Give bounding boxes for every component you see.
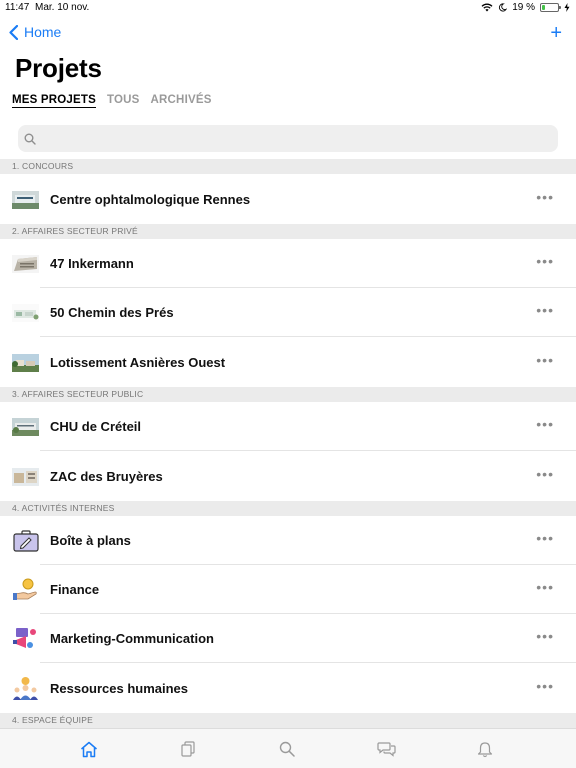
search-bar[interactable]	[18, 125, 558, 152]
more-options-button[interactable]: •••	[536, 254, 554, 268]
blueprint-box-icon	[12, 529, 39, 553]
project-name: 47 Inkermann	[50, 256, 134, 271]
row-separator	[40, 450, 576, 451]
row-separator	[40, 336, 576, 337]
battery-percent: 19 %	[512, 2, 535, 13]
status-indicators: 19 %	[481, 2, 570, 13]
project-name: Boîte à plans	[50, 533, 131, 548]
status-bar: 11:47 Mar. 10 nov. 19 %	[0, 0, 576, 16]
page-title: Projets	[15, 53, 102, 83]
documents-icon[interactable]	[178, 739, 198, 759]
wifi-icon	[481, 3, 493, 12]
add-project-button[interactable]: +	[550, 22, 562, 44]
section-header: 4. ESPACE ÉQUIPE	[0, 713, 576, 728]
more-options-button[interactable]: •••	[536, 417, 554, 431]
chat-icon[interactable]	[376, 739, 396, 759]
project-thumbnail	[12, 301, 39, 325]
project-row[interactable]: CHU de Créteil •••	[0, 402, 576, 451]
navigation-bar: Home +	[0, 22, 576, 48]
section-header: 1. CONCOURS	[0, 159, 576, 174]
project-thumbnail	[12, 415, 39, 439]
project-thumbnail	[12, 465, 39, 489]
coin-hand-icon	[12, 578, 39, 602]
more-options-button[interactable]: •••	[536, 531, 554, 545]
section-header: 3. AFFAIRES SECTEUR PUBLIC	[0, 387, 576, 402]
project-row[interactable]: ZAC des Bruyères •••	[0, 452, 576, 501]
section-header: 4. ACTIVITÉS INTERNES	[0, 501, 576, 516]
project-thumbnail	[12, 188, 39, 212]
team-icon	[12, 676, 39, 701]
home-icon[interactable]	[79, 739, 99, 759]
back-button[interactable]: Home	[9, 24, 61, 40]
project-name: Finance	[50, 582, 100, 597]
more-options-button[interactable]: •••	[536, 629, 554, 643]
project-thumbnail	[12, 252, 39, 276]
moon-icon	[499, 3, 508, 12]
more-options-button[interactable]: •••	[536, 679, 554, 693]
battery-level	[542, 5, 545, 10]
filter-tabs: MES PROJETS TOUS ARCHIVÉS	[12, 94, 212, 108]
project-row[interactable]: Lotissement Asnières Ouest •••	[0, 338, 576, 387]
battery-icon	[540, 3, 561, 12]
project-row[interactable]: Ressources humaines •••	[0, 664, 576, 713]
project-row[interactable]: 47 Inkermann •••	[0, 239, 576, 288]
more-options-button[interactable]: •••	[536, 467, 554, 481]
project-thumbnail	[12, 351, 39, 375]
project-name: ZAC des Bruyères	[50, 469, 163, 484]
tab-mes-projets[interactable]: MES PROJETS	[12, 94, 96, 108]
project-row[interactable]: Marketing-Communication •••	[0, 614, 576, 663]
section-header: 2. AFFAIRES SECTEUR PRIVÉ	[0, 224, 576, 239]
chevron-left-icon	[9, 24, 18, 40]
tab-tous[interactable]: TOUS	[107, 94, 140, 108]
project-name: Lotissement Asnières Ouest	[50, 355, 226, 370]
project-name: Centre ophtalmologique Rennes	[50, 192, 251, 207]
project-name: 50 Chemin des Prés	[50, 305, 174, 320]
row-separator	[40, 662, 576, 663]
back-label: Home	[24, 24, 62, 40]
bell-icon[interactable]	[475, 739, 495, 759]
bottom-tab-bar	[0, 728, 576, 768]
more-options-button[interactable]: •••	[536, 580, 554, 594]
tab-archives[interactable]: ARCHIVÉS	[151, 94, 212, 108]
project-name: CHU de Créteil	[50, 419, 142, 434]
search-icon[interactable]	[277, 739, 297, 759]
more-options-button[interactable]: •••	[536, 353, 554, 367]
status-time: 11:47	[5, 2, 30, 13]
charging-icon	[564, 3, 570, 12]
search-input[interactable]	[42, 131, 542, 146]
project-row[interactable]: Finance •••	[0, 565, 576, 614]
project-row[interactable]: Centre ophtalmologique Rennes •••	[0, 175, 576, 224]
more-options-button[interactable]: •••	[536, 303, 554, 317]
project-row[interactable]: 50 Chemin des Prés •••	[0, 288, 576, 337]
project-row[interactable]: Boîte à plans •••	[0, 516, 576, 565]
more-options-button[interactable]: •••	[536, 190, 554, 204]
search-icon	[24, 133, 36, 145]
project-name: Marketing-Communication	[50, 631, 214, 646]
status-date: Mar. 10 nov.	[35, 2, 90, 13]
project-name: Ressources humaines	[50, 681, 189, 696]
megaphone-icon	[12, 627, 39, 651]
